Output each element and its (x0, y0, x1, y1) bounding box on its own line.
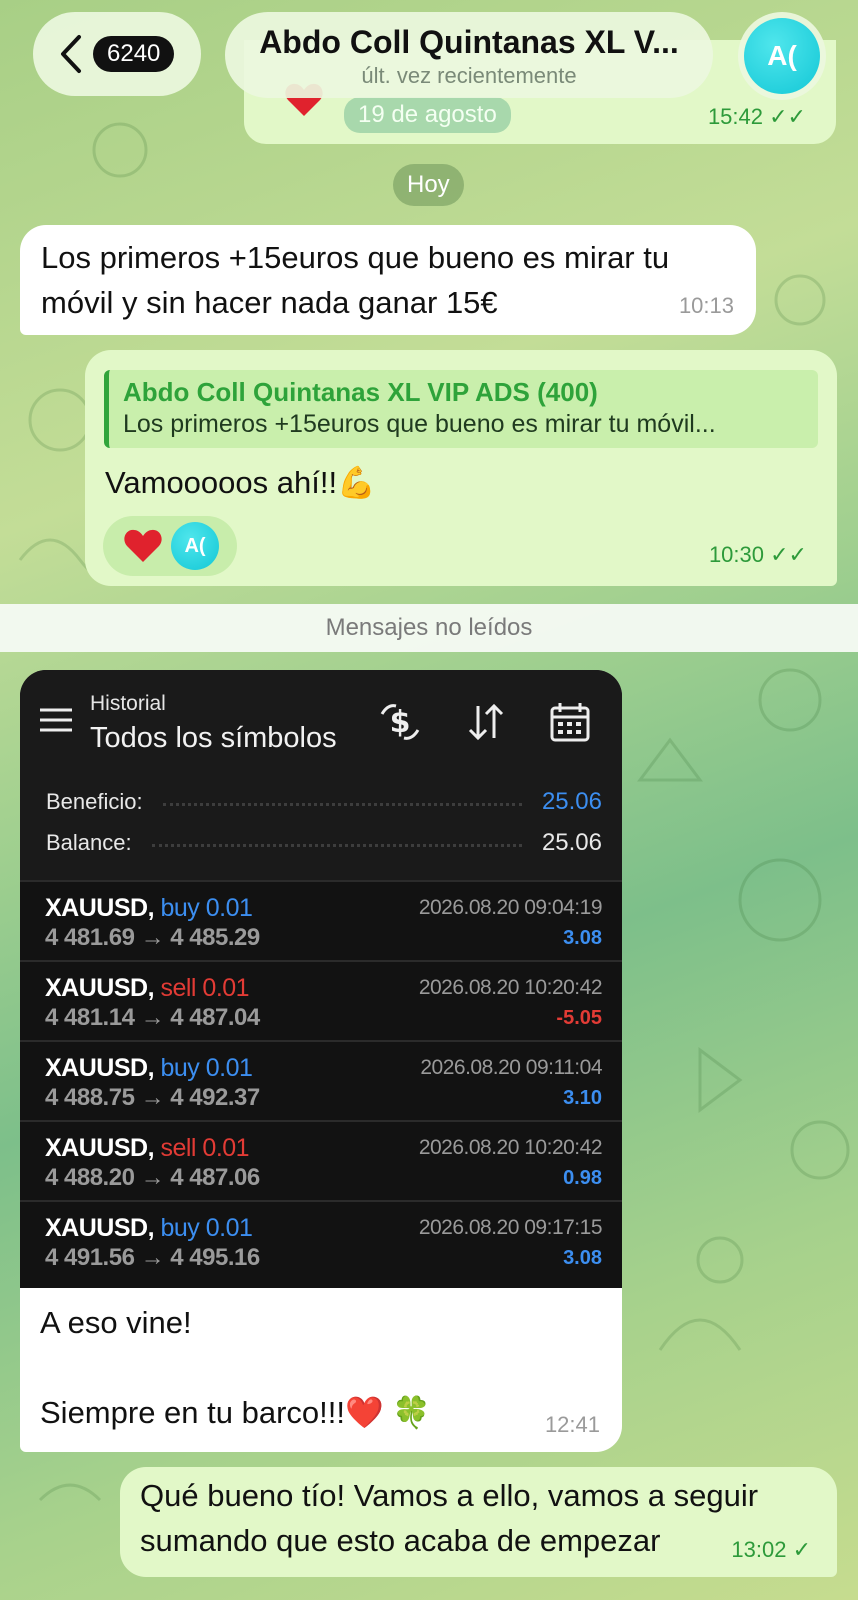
trade-datetime: 2026.08.20 10:20:42 (418, 1136, 603, 1159)
outgoing-message-bubble[interactable]: Qué bueno tío! Vamos a ello, vamos a seg… (120, 1467, 837, 1577)
trade-side: buy 0.01 (160, 1054, 253, 1082)
double-check-icon: ✓✓ (769, 104, 806, 129)
reply-text: Los primeros +15euros que bueno es mirar… (123, 410, 716, 438)
message-time: 15:42 ✓✓ (707, 104, 806, 129)
message-text: Los primeros +15euros que bueno es mirar… (41, 240, 670, 320)
trade-side: sell 0.01 (160, 1134, 250, 1162)
trade-symbol: XAUUSD, sell 0.01 (45, 974, 250, 1002)
currency-exchange-icon: $ (380, 704, 420, 740)
trade-symbol: XAUUSD, buy 0.01 (45, 894, 253, 922)
message-time: 13:02 ✓ (731, 1537, 811, 1562)
incoming-media-message[interactable]: Historial Todos los símbolos $ Beneficio… (20, 670, 622, 1452)
double-check-icon: ✓✓ (770, 542, 807, 567)
trade-prices: 4 488.20 → 4 487.06 (45, 1164, 260, 1191)
trade-datetime: 2026.08.20 09:04:19 (418, 896, 603, 919)
incoming-message-bubble[interactable]: Los primeros +15euros que bueno es mirar… (20, 225, 756, 335)
trade-datetime: 2026.08.20 09:11:04 (420, 1056, 602, 1079)
trade-row[interactable]: XAUUSD, sell 0.01 4 488.20 → 4 487.06 20… (20, 1120, 622, 1200)
trade-row[interactable]: XAUUSD, buy 0.01 4 481.69 → 4 485.29 202… (20, 880, 622, 960)
unread-separator: Mensajes no leídos (0, 604, 858, 652)
reply-quote[interactable]: Abdo Coll Quintanas XL VIP ADS (400) Los… (104, 370, 818, 448)
chat-status: últ. vez recientemente (361, 63, 577, 88)
sort-icon (468, 703, 504, 741)
screenshot-section-label: Historial (90, 692, 166, 715)
trade-profit: 3.08 (563, 927, 602, 949)
trade-row[interactable]: XAUUSD, buy 0.01 4 491.56 → 4 495.16 202… (20, 1200, 622, 1280)
unread-count-badge: 6240 (93, 36, 175, 72)
screenshot-title: Todos los símbolos (90, 722, 337, 754)
dotted-leader (162, 802, 522, 806)
balance-row: Balance: 25.06 (46, 827, 602, 859)
profit-value: 25.06 (541, 788, 602, 815)
svg-text:$: $ (390, 705, 411, 740)
calendar-icon (550, 703, 590, 742)
message-time: 12:41 (544, 1412, 600, 1437)
trade-profit: 3.08 (563, 1247, 602, 1269)
balance-value: 25.06 (541, 829, 602, 856)
heart-reaction-icon (124, 529, 162, 562)
reply-author: Abdo Coll Quintanas XL VIP ADS (400) (123, 377, 598, 407)
outgoing-message-bubble[interactable]: Abdo Coll Quintanas XL VIP ADS (400) Los… (85, 350, 837, 586)
trade-symbol: XAUUSD, buy 0.01 (45, 1054, 253, 1082)
trade-row[interactable]: XAUUSD, buy 0.01 4 488.75 → 4 492.37 202… (20, 1040, 622, 1120)
chat-header[interactable]: Abdo Coll Quintanas XL V... últ. vez rec… (225, 12, 713, 98)
trade-side: sell 0.01 (160, 974, 250, 1002)
chevron-left-icon (61, 35, 81, 73)
trade-symbol: XAUUSD, buy 0.01 (45, 1214, 253, 1242)
trade-profit: 0.98 (563, 1167, 602, 1189)
reactor-avatar: A( (171, 522, 219, 570)
profit-row: Beneficio: 25.06 (46, 786, 602, 818)
menu-icon (40, 708, 72, 732)
trade-prices: 4 481.69 → 4 485.29 (45, 924, 260, 951)
message-time: 10:13 (678, 293, 734, 318)
chat-avatar-button[interactable]: A( (738, 12, 826, 100)
profit-label: Beneficio: (46, 789, 143, 814)
caption-line: A eso vine! (40, 1305, 192, 1340)
back-button[interactable]: 6240 (33, 12, 201, 96)
trading-history-screenshot[interactable]: Historial Todos los símbolos $ Beneficio… (20, 670, 622, 1288)
trade-row[interactable]: XAUUSD, sell 0.01 4 481.14 → 4 487.04 20… (20, 960, 622, 1040)
previous-date-badge: 19 de agosto (344, 97, 511, 133)
message-text: Vamooooos ahí!!💪 (105, 465, 376, 500)
check-icon: ✓ (792, 1537, 811, 1562)
trade-side: buy 0.01 (160, 1214, 253, 1242)
reaction-chip[interactable]: A( (103, 516, 237, 576)
balance-label: Balance: (46, 830, 132, 855)
trade-datetime: 2026.08.20 10:20:42 (418, 976, 603, 999)
caption-line: Siempre en tu barco!!!❤️ 🍀 (40, 1395, 431, 1430)
avatar: A( (744, 18, 820, 94)
media-caption: A eso vine! Siempre en tu barco!!!❤️ 🍀 (40, 1300, 600, 1435)
trade-symbol: XAUUSD, sell 0.01 (45, 1134, 250, 1162)
trade-prices: 4 491.56 → 4 495.16 (45, 1244, 260, 1271)
message-text: Qué bueno tío! Vamos a ello, vamos a seg… (140, 1478, 759, 1558)
dotted-leader (151, 843, 522, 847)
day-separator: Hoy (393, 164, 464, 206)
trade-profit: -5.05 (556, 1007, 602, 1029)
trade-datetime: 2026.08.20 09:17:15 (418, 1216, 603, 1239)
chat-title: Abdo Coll Quintanas XL V... (259, 24, 679, 60)
trade-prices: 4 488.75 → 4 492.37 (45, 1084, 260, 1111)
message-time: 10:30 ✓✓ (708, 542, 807, 567)
trade-prices: 4 481.14 → 4 487.04 (45, 1004, 260, 1031)
caption-line (40, 1345, 600, 1390)
trade-side: buy 0.01 (160, 894, 253, 922)
trade-profit: 3.10 (563, 1087, 602, 1109)
